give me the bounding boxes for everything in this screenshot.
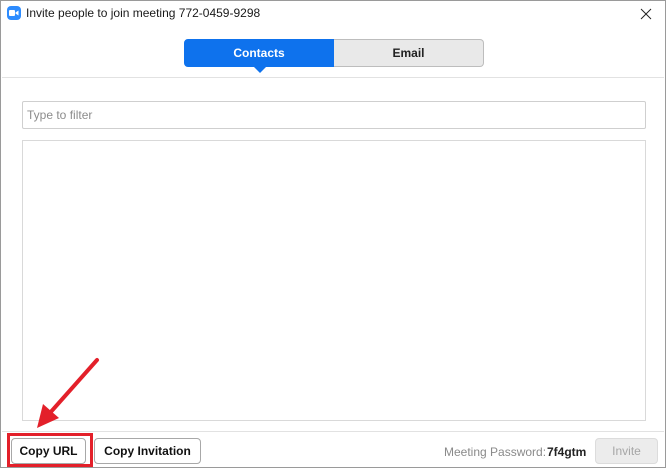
tab-contacts-label: Contacts bbox=[233, 46, 285, 60]
active-tab-pointer bbox=[253, 66, 267, 73]
invite-button[interactable]: Invite bbox=[595, 438, 658, 464]
meeting-password-value: 7f4gtm bbox=[547, 445, 587, 459]
invite-tabs: Contacts Email bbox=[184, 39, 484, 73]
zoom-camera-icon bbox=[7, 6, 21, 20]
close-button[interactable] bbox=[631, 2, 661, 26]
invite-dialog: Invite people to join meeting 772-0459-9… bbox=[0, 0, 666, 468]
copy-invitation-button[interactable]: Copy Invitation bbox=[94, 438, 201, 464]
meeting-password-label: Meeting Password: bbox=[444, 445, 547, 459]
tab-email-label: Email bbox=[392, 46, 425, 60]
filter-input[interactable] bbox=[22, 101, 646, 129]
tab-contacts[interactable]: Contacts bbox=[184, 39, 334, 73]
window-title: Invite people to join meeting 772-0459-9… bbox=[26, 6, 261, 20]
header-divider bbox=[2, 77, 664, 78]
tab-email[interactable]: Email bbox=[334, 39, 484, 67]
annotation-arrow-icon bbox=[37, 358, 99, 428]
annotation-highlight-box bbox=[7, 433, 93, 467]
close-icon bbox=[640, 8, 652, 20]
title-bar: Invite people to join meeting 772-0459-9… bbox=[1, 1, 665, 27]
contact-list[interactable] bbox=[22, 140, 646, 421]
